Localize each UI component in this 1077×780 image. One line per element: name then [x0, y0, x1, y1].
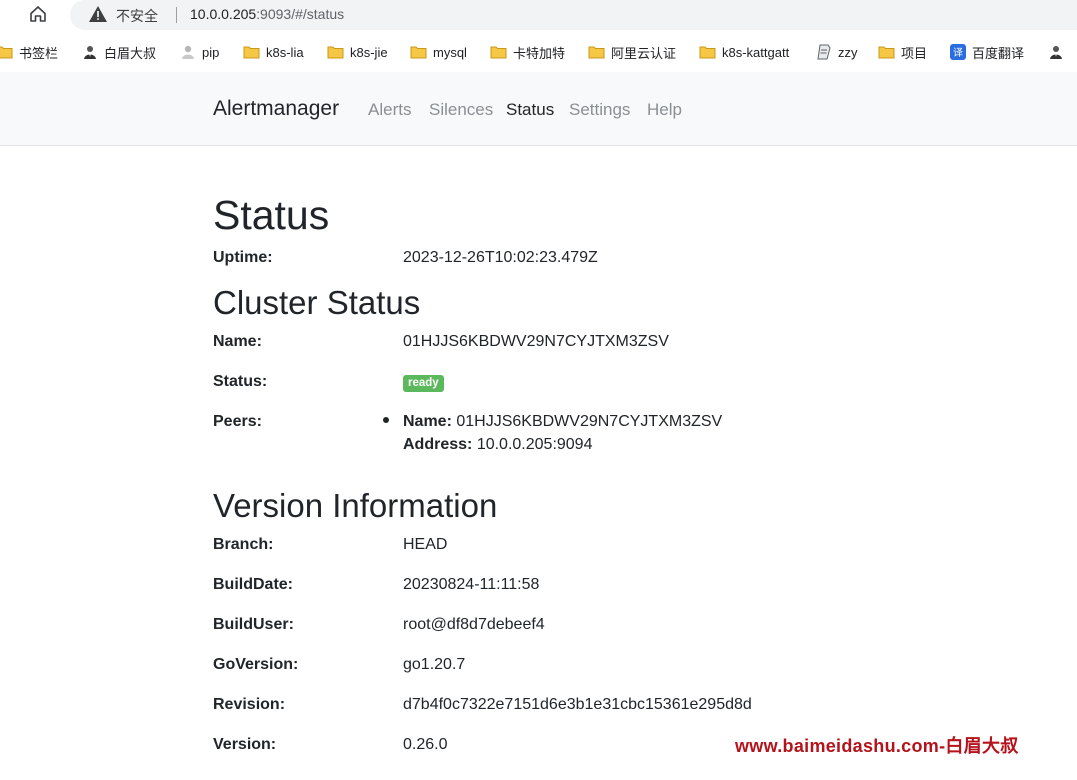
warning-icon[interactable] [88, 5, 108, 23]
revision-value: d7b4f0c7322e7151d6e3b1e31cbc15361e295d8d [403, 696, 752, 713]
peer-name-value: 01HJJS6KBDWV29N7CYJTXM3ZSV [456, 413, 723, 430]
url-path: :9093/#/status [256, 6, 345, 22]
peer-name-label: Name: [403, 413, 452, 430]
nav-link-status[interactable]: Status [506, 100, 554, 120]
bookmark-item[interactable]: 白眉大叔 [82, 42, 156, 62]
folder-icon [243, 46, 260, 59]
bookmarks-bar: 书签栏 白眉大叔 pip k8s-lia k8s-jie mysql 卡特加特 … [0, 36, 1077, 68]
folder-icon [588, 46, 605, 59]
bookmark-item-overflow[interactable] [1048, 42, 1064, 62]
bookmark-label: zzy [838, 44, 858, 60]
cluster-name-value: 01HJJS6KBDWV29N7CYJTXM3ZSV [403, 333, 669, 350]
bookmark-item[interactable]: 译 百度翻译 [950, 42, 1024, 62]
peer-address-row: Address: 10.0.0.205:9094 [403, 436, 592, 454]
build-date-label: BuildDate: [213, 576, 293, 593]
uptime-label: Uptime: [213, 249, 273, 266]
bookmark-label: 百度翻译 [972, 45, 1025, 61]
version-info-heading: Version Information [213, 487, 498, 524]
bookmark-item[interactable]: k8s-kattgatt [699, 42, 789, 62]
folder-icon [699, 46, 716, 59]
build-date-value: 20230824-11:11:58 [403, 576, 540, 593]
bookmark-label: 阿里云认证 [611, 45, 677, 61]
version-value: 0.26.0 [403, 736, 448, 753]
build-user-value: root@df8d7debeef4 [403, 616, 545, 633]
bookmark-label: k8s-jie [350, 44, 388, 60]
uptime-value: 2023-12-26T10:02:23.479Z [403, 249, 598, 266]
bookmark-label: k8s-kattgatt [722, 44, 790, 60]
list-bullet [383, 417, 389, 423]
go-version-label: GoVersion: [213, 656, 299, 673]
insecure-label[interactable]: 不安全 [116, 6, 158, 26]
cluster-status-heading: Cluster Status [213, 284, 421, 321]
go-version-value: go1.20.7 [403, 656, 466, 673]
page-icon [817, 44, 831, 60]
page-title: Status [213, 192, 330, 238]
svg-text:译: 译 [953, 47, 963, 59]
url-separator [176, 7, 177, 23]
bookmark-item[interactable]: 卡特加特 [490, 42, 565, 62]
status-badge: ready [403, 375, 444, 392]
bookmark-label: 白眉大叔 [104, 45, 157, 61]
bookmark-item[interactable]: mysql [410, 42, 467, 62]
folder-icon [327, 46, 344, 59]
person-icon [84, 46, 96, 59]
url-text[interactable]: 10.0.0.205:9093/#/status [190, 6, 344, 22]
bookmark-label: 书签栏 [19, 45, 59, 61]
folder-icon [490, 46, 507, 59]
bookmark-item[interactable]: 书签栏 [0, 42, 58, 62]
home-icon[interactable] [28, 4, 48, 24]
bookmark-item[interactable]: 阿里云认证 [588, 42, 676, 62]
bookmark-label: 项目 [901, 45, 928, 61]
bookmark-label: pip [202, 44, 220, 60]
nav-link-silences[interactable]: Silences [429, 100, 493, 120]
peer-address-value: 10.0.0.205:9094 [476, 436, 593, 453]
browser-address-bar: 不安全 10.0.0.205:9093/#/status [0, 0, 1077, 30]
cluster-status-label: Status: [213, 373, 268, 390]
nav-link-alerts[interactable]: Alerts [368, 100, 411, 120]
translate-icon: 译 [950, 44, 966, 60]
cluster-name-label: Name: [213, 333, 262, 350]
user-icon [182, 45, 194, 59]
watermark-text: www.baimeidashu.com-白眉大叔 [735, 736, 1019, 756]
brand-link[interactable]: Alertmanager [213, 97, 339, 121]
person-icon [1050, 46, 1062, 59]
bookmark-item[interactable]: 项目 [878, 42, 927, 62]
bookmark-label: 卡特加特 [513, 45, 566, 61]
branch-value: HEAD [403, 536, 448, 553]
nav-link-help[interactable]: Help [647, 100, 682, 120]
bookmark-item[interactable]: k8s-jie [327, 42, 388, 62]
peer-address-label: Address: [403, 436, 473, 453]
url-host: 10.0.0.205 [190, 6, 257, 22]
nav-link-settings[interactable]: Settings [569, 100, 630, 120]
peer-name-row: Name: 01HJJS6KBDWV29N7CYJTXM3ZSV [403, 413, 722, 431]
peers-label: Peers: [213, 413, 262, 430]
folder-icon [878, 46, 895, 59]
version-label: Version: [213, 736, 277, 753]
build-user-label: BuildUser: [213, 616, 294, 633]
bookmark-item[interactable]: zzy [816, 42, 858, 62]
branch-label: Branch: [213, 536, 274, 553]
revision-label: Revision: [213, 696, 286, 713]
bookmark-label: k8s-lia [266, 44, 304, 60]
bookmark-item[interactable]: k8s-lia [243, 42, 304, 62]
folder-icon [0, 46, 13, 59]
app-navbar: Alertmanager Alerts Silences Status Sett… [0, 72, 1077, 146]
folder-icon [410, 46, 427, 59]
bookmark-label: mysql [433, 44, 467, 60]
bookmark-item[interactable]: pip [180, 42, 219, 62]
